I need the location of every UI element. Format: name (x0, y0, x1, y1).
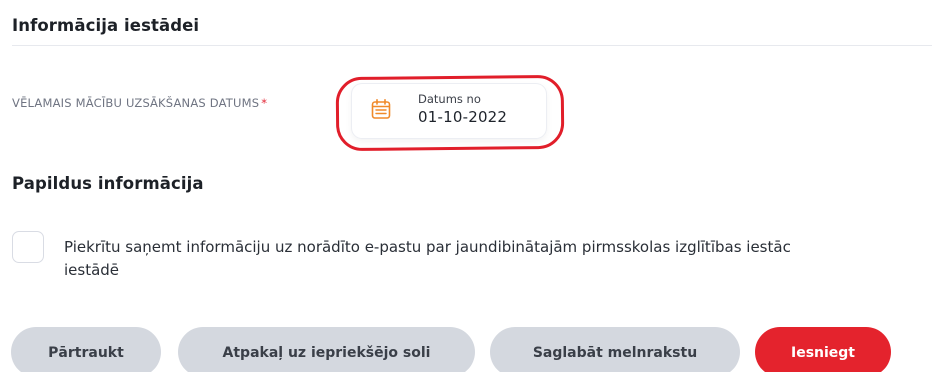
section-title-additional-info: Papildus informācija (12, 174, 204, 193)
consent-label-line-2: iestādē (64, 261, 120, 279)
date-picker-caption: Datums no (418, 92, 481, 106)
date-picker-value: 01-10-2022 (418, 108, 508, 126)
save-draft-button[interactable]: Saglabāt melnrakstu (490, 327, 740, 372)
desired-start-date-label: VĒLAMAIS MĀCĪBU UZSĀKŠANAS DATUMS * (12, 96, 267, 110)
section-divider (12, 45, 932, 46)
calendar-icon (371, 98, 391, 119)
submit-button[interactable]: Iesniegt (755, 327, 891, 372)
start-date-picker[interactable]: Datums no 01-10-2022 (352, 84, 546, 138)
section-title-institution: Informācija iestādei (12, 16, 200, 35)
consent-label: Piekrītu saņemt informāciju uz norādīto … (64, 236, 936, 282)
consent-checkbox[interactable] (12, 231, 44, 263)
back-to-previous-step-button[interactable]: Atpakaļ uz iepriekšējo soli (178, 327, 475, 372)
required-asterisk: * (261, 96, 268, 110)
date-label-text: VĒLAMAIS MĀCĪBU UZSĀKŠANAS DATUMS (12, 96, 260, 110)
application-form-page: Informācija iestādei VĒLAMAIS MĀCĪBU UZS… (0, 0, 936, 372)
consent-label-line-1: Piekrītu saņemt informāciju uz norādīto … (64, 238, 791, 256)
cancel-button[interactable]: Pārtraukt (11, 327, 161, 372)
